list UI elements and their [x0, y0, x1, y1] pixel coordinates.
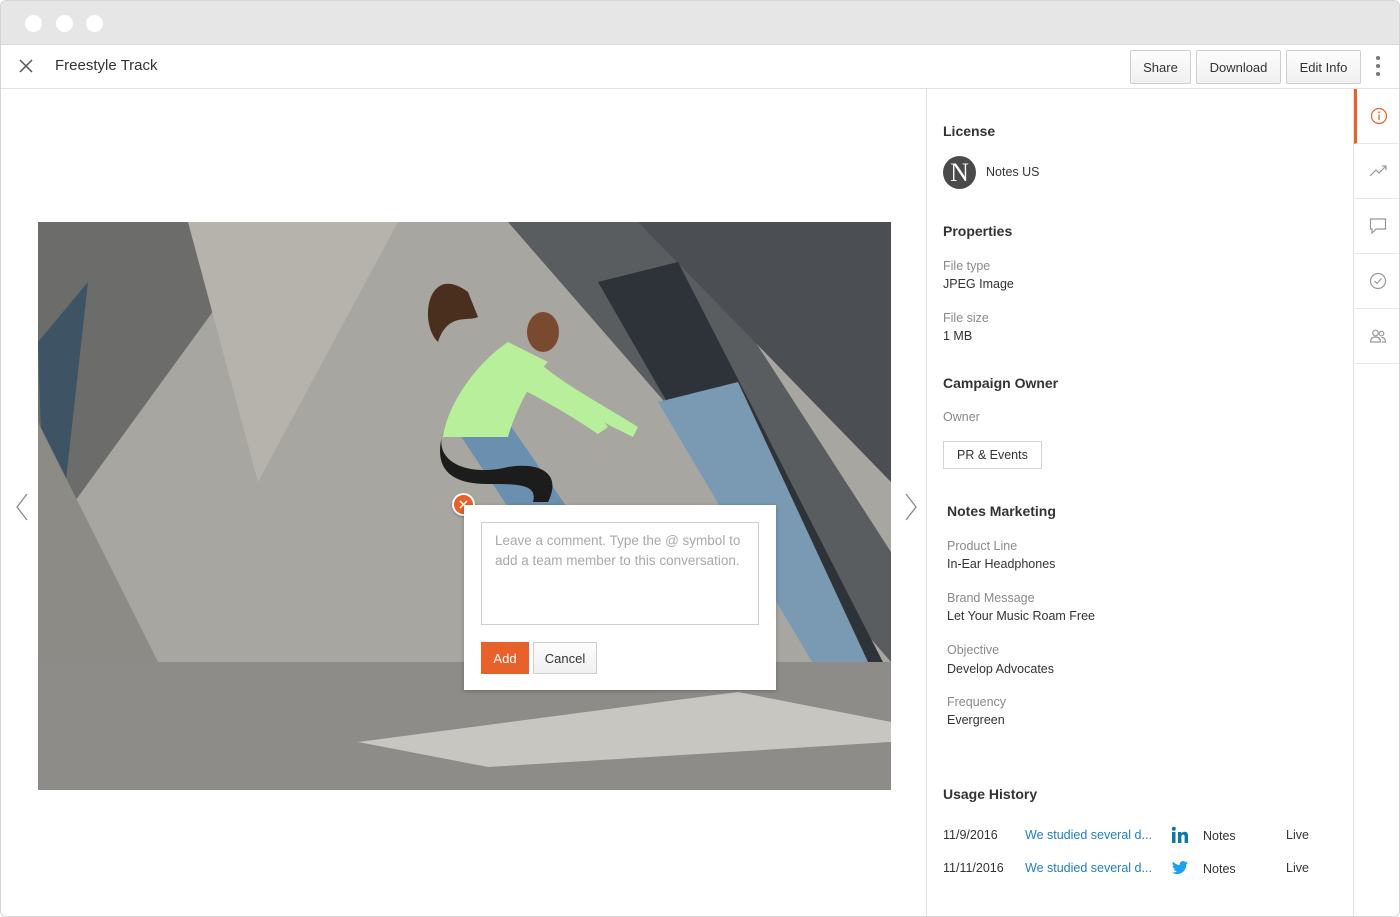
- license-logo: N: [943, 156, 976, 189]
- download-button[interactable]: Download: [1196, 50, 1281, 84]
- asset-toolbar: Freestyle Track Share Download Edit Info: [1, 45, 1399, 89]
- comment-icon: [1369, 218, 1386, 235]
- usage-post-link[interactable]: We studied several d...: [1025, 828, 1152, 842]
- license-name: Notes US: [986, 165, 1040, 179]
- cancel-comment-button[interactable]: Cancel: [533, 642, 597, 674]
- usage-history-heading: Usage History: [943, 786, 1038, 802]
- product-line-label: Product Line: [947, 539, 1018, 553]
- objective-label: Objective: [947, 643, 1000, 657]
- usage-status: Live: [1286, 828, 1309, 842]
- rail-tab-people[interactable]: [1354, 309, 1399, 364]
- usage-post-link[interactable]: We studied several d...: [1025, 861, 1152, 875]
- owner-tag[interactable]: PR & Events: [943, 441, 1042, 469]
- properties-heading: Properties: [943, 223, 1013, 239]
- usage-status: Live: [1286, 861, 1309, 875]
- brand-message-label: Brand Message: [947, 591, 1035, 605]
- file-size-value: 1 MB: [943, 329, 973, 343]
- usage-account: Notes: [1203, 829, 1236, 843]
- info-panel: License N Notes US Properties File type …: [926, 89, 1353, 916]
- file-type-label: File type: [943, 259, 991, 273]
- brand-message-value: Let Your Music Roam Free: [947, 609, 1095, 623]
- asset-title: Freestyle Track: [55, 57, 158, 74]
- check-circle-icon: [1369, 272, 1386, 290]
- window-zoom-dot[interactable]: [86, 15, 103, 32]
- rail-tab-info[interactable]: [1354, 89, 1399, 144]
- trend-icon: [1369, 165, 1387, 177]
- rail-tab-analytics[interactable]: [1354, 144, 1399, 199]
- license-heading: License: [943, 123, 996, 139]
- objective-value: Develop Advocates: [947, 662, 1055, 676]
- rail-tab-comments[interactable]: [1354, 199, 1399, 254]
- usage-row: 11/9/2016 We studied several d... Notes …: [943, 826, 1333, 846]
- file-size-label: File size: [943, 311, 989, 325]
- more-options-icon[interactable]: [1371, 54, 1385, 80]
- frequency-label: Frequency: [947, 695, 1007, 709]
- comment-popover: Add Cancel: [464, 505, 776, 690]
- campaign-owner-heading: Campaign Owner: [943, 375, 1059, 391]
- window-minimize-dot[interactable]: [56, 15, 73, 32]
- linkedin-icon: [1171, 826, 1188, 843]
- product-line-value: In-Ear Headphones: [947, 557, 1056, 571]
- previous-arrow-icon[interactable]: [15, 492, 29, 522]
- people-icon: [1369, 329, 1386, 343]
- add-comment-button[interactable]: Add: [481, 642, 529, 674]
- next-arrow-icon[interactable]: [904, 492, 918, 522]
- window-close-dot[interactable]: [25, 15, 42, 32]
- owner-label: Owner: [943, 410, 980, 424]
- close-icon[interactable]: [16, 56, 36, 76]
- usage-account: Notes: [1203, 862, 1236, 876]
- usage-date: 11/11/2016: [943, 861, 1004, 875]
- share-button[interactable]: Share: [1130, 50, 1191, 84]
- app-window: Freestyle Track Share Download Edit Info: [0, 0, 1400, 917]
- marketing-heading: Notes Marketing: [947, 503, 1056, 519]
- frequency-value: Evergreen: [947, 713, 1005, 727]
- comment-input[interactable]: [481, 522, 759, 625]
- side-rail: [1353, 89, 1399, 916]
- info-icon: [1370, 107, 1388, 125]
- rail-tab-approvals[interactable]: [1354, 254, 1399, 309]
- edit-info-button[interactable]: Edit Info: [1286, 50, 1361, 84]
- window-titlebar: [1, 1, 1399, 45]
- usage-row: 11/11/2016 We studied several d... Notes…: [943, 859, 1333, 879]
- file-type-value: JPEG Image: [943, 277, 1014, 291]
- image-viewer: Add Cancel: [1, 89, 926, 916]
- twitter-icon: [1172, 861, 1188, 874]
- usage-date: 11/9/2016: [943, 828, 998, 842]
